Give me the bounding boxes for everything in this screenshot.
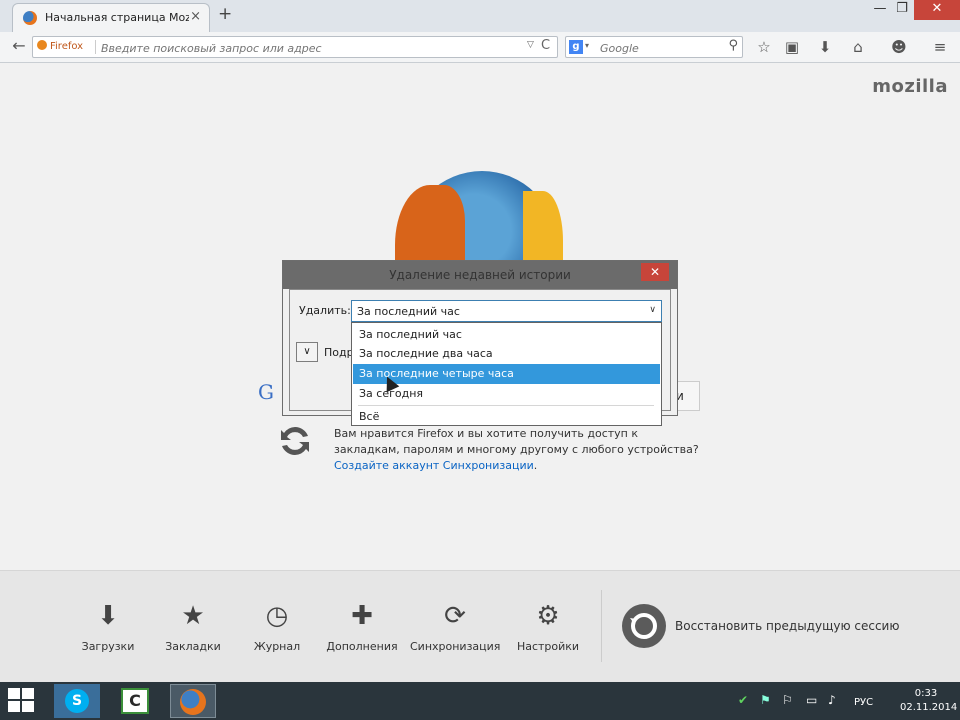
camtasia-icon: C [121, 688, 149, 714]
clock-icon: ◷ [265, 601, 289, 631]
range-option-selected[interactable]: За последние четыре часа [353, 364, 660, 384]
clock[interactable]: 0:33 02.11.2014 [900, 687, 958, 715]
mozilla-logo[interactable]: mozilla [872, 76, 948, 97]
sync-create-account-link[interactable]: Создайте аккаунт Синхронизации [334, 459, 534, 472]
security-tray-icon[interactable]: ✔ [738, 693, 748, 707]
reading-list-icon[interactable]: ▣ [781, 36, 803, 58]
range-dropdown-list: За последний час За последние два часа З… [351, 322, 662, 426]
tab-title: Начальная страница Mozi... [45, 11, 189, 24]
firefox-favicon-icon [23, 11, 37, 25]
launcher-settings[interactable]: ⚙ Настройки [503, 598, 593, 653]
range-option[interactable]: За последний час [353, 325, 660, 345]
url-bar[interactable]: Firefox ▽ C [32, 36, 558, 58]
launcher-history[interactable]: ◷ Журнал [232, 598, 322, 653]
sync-promo-period: . [533, 459, 538, 472]
home-icon[interactable]: ⌂ [847, 36, 869, 58]
sync-promo-text: Вам нравится Firefox и вы хотите получит… [334, 426, 704, 474]
launcher-label: Журнал [253, 640, 301, 653]
windows-logo-pane [8, 701, 20, 712]
url-history-dropmarker-icon[interactable]: ▽ [527, 40, 534, 50]
tab-home[interactable]: Начальная страница Mozi... × [12, 3, 210, 32]
menu-icon[interactable]: ≡ [929, 36, 951, 58]
volume-icon[interactable]: ♪ [828, 693, 836, 707]
identity-box[interactable]: Firefox [37, 40, 83, 52]
google-logo-fragment: G [258, 380, 274, 404]
download-icon: ⬇ [97, 601, 119, 631]
tab-close-icon[interactable]: × [190, 9, 201, 24]
restore-session-icon[interactable] [622, 604, 666, 648]
restore-session-button[interactable]: Восстановить предыдущую сессию [675, 619, 899, 633]
details-label: Подр [324, 346, 354, 359]
download-icon[interactable]: ⬇ [814, 36, 836, 58]
taskbar-camtasia[interactable]: C [112, 684, 158, 718]
windows-logo-pane [8, 688, 20, 699]
sync-icon [281, 427, 309, 455]
launcher-bookmarks[interactable]: ★ Закладки [148, 598, 238, 653]
dialog-close-button[interactable]: ✕ [641, 263, 669, 281]
selected-range: За последний час [357, 305, 460, 318]
action-center-icon[interactable]: ⚐ [782, 693, 793, 707]
taskbar-firefox[interactable] [170, 684, 216, 718]
chevron-down-icon: ∨ [649, 305, 656, 315]
range-label: Удалить: [299, 304, 351, 317]
details-expander-button[interactable]: ∨ [296, 342, 318, 362]
start-button[interactable] [8, 688, 36, 714]
skype-icon: S [65, 689, 89, 713]
gear-icon: ⚙ [536, 601, 560, 631]
clock-date: 02.11.2014 [900, 702, 958, 713]
search-bar[interactable]: g ▾ ⚲ [565, 36, 743, 58]
range-option[interactable]: Всё [353, 407, 660, 427]
launcher-label: Синхронизация [410, 640, 501, 653]
search-icon[interactable]: ⚲ [728, 38, 738, 53]
puzzle-icon: ✚ [351, 601, 373, 631]
reload-icon[interactable]: C [541, 38, 550, 53]
windows-logo-pane [22, 688, 34, 699]
google-engine-icon[interactable]: g [569, 40, 583, 54]
restore-arrow-icon [630, 613, 657, 639]
firefox-identity-icon [37, 40, 47, 50]
launcher-label: Закладки [165, 640, 221, 653]
firefox-icon [180, 689, 206, 715]
range-option[interactable]: За последние два часа [353, 344, 660, 364]
time-range-select[interactable]: За последний час ∨ [351, 300, 662, 322]
sync-icon: ⟳ [444, 601, 466, 631]
taskbar-skype[interactable]: S [54, 684, 100, 718]
restore-button[interactable]: ❐ [888, 0, 916, 20]
window-close-button[interactable]: ✕ [914, 0, 960, 20]
launcher-label: Настройки [516, 640, 580, 653]
social-icon[interactable]: ☻ [884, 36, 914, 58]
dialog-title: Удаление недавней истории [389, 268, 571, 282]
launcher-addons[interactable]: ✚ Дополнения [317, 598, 407, 653]
windows-logo-pane [22, 701, 34, 712]
dialog-titlebar[interactable]: Удаление недавней истории ✕ [283, 261, 677, 289]
url-input[interactable] [99, 39, 523, 57]
launcher-divider [601, 590, 602, 662]
identity-label: Firefox [50, 41, 84, 52]
launcher-label: Дополнения [326, 640, 398, 653]
sync-promo-message: Вам нравится Firefox и вы хотите получит… [334, 427, 699, 456]
launcher-sync[interactable]: ⟳ Синхронизация [410, 598, 500, 653]
network-icon[interactable]: ▭ [806, 693, 817, 707]
launcher-label: Загрузки [81, 640, 135, 653]
new-tab-button[interactable]: + [218, 4, 232, 24]
search-input[interactable] [598, 39, 722, 57]
range-option[interactable]: За сегодня [353, 384, 660, 404]
url-separator [95, 40, 96, 54]
clock-time: 0:33 [914, 688, 938, 699]
option-separator [358, 405, 654, 406]
back-button[interactable]: ← [8, 35, 30, 57]
launcher-downloads[interactable]: ⬇ Загрузки [63, 598, 153, 653]
input-language[interactable]: РУС [854, 697, 873, 708]
star-icon: ★ [181, 601, 205, 631]
flag-tray-icon[interactable]: ⚑ [760, 693, 771, 707]
engine-dropdown-icon[interactable]: ▾ [585, 41, 589, 50]
star-icon[interactable]: ☆ [753, 36, 775, 58]
